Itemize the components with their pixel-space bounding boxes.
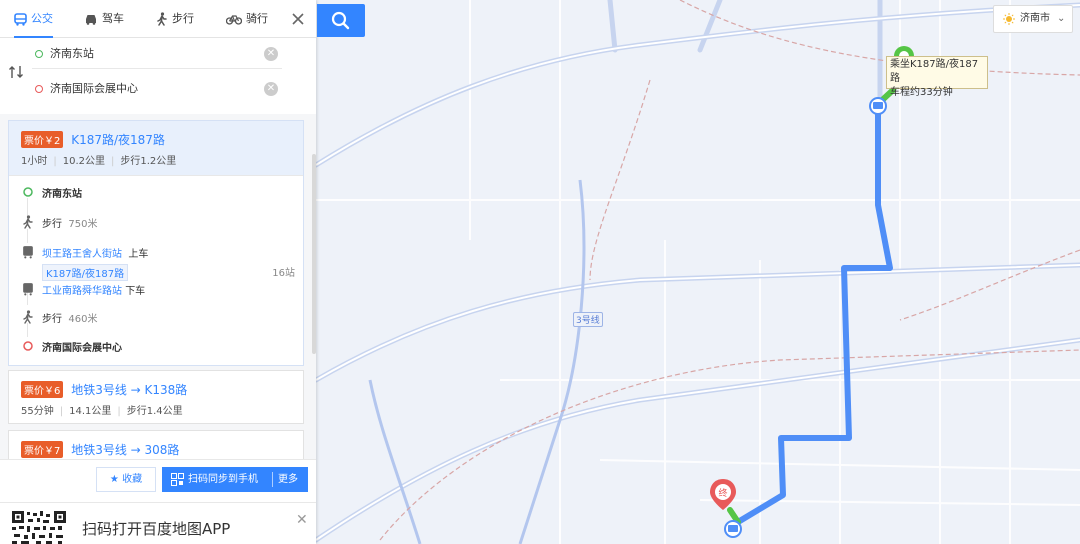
clear-end-icon[interactable]: ✕ bbox=[264, 82, 278, 96]
end-dot-icon bbox=[23, 341, 33, 351]
mode-tab-car[interactable]: 驾车 bbox=[84, 0, 124, 38]
metro-line-label: 3号线 bbox=[573, 312, 603, 327]
route-meta: 1小时 | 10.2公里 | 步行1.2公里 bbox=[21, 156, 177, 167]
walk-icon bbox=[23, 310, 33, 324]
end-dot-icon bbox=[35, 85, 43, 93]
bike-icon bbox=[226, 15, 242, 25]
route-steps: 济南东站 步行 750米 坝王路王舍人街站 上车 K187路/夜187路 16站… bbox=[9, 175, 303, 365]
walk-icon bbox=[157, 12, 167, 26]
walk-icon bbox=[23, 215, 33, 229]
car-icon bbox=[86, 15, 96, 25]
fare-badge: 票价￥7 bbox=[21, 441, 64, 458]
end-field[interactable]: 济南国际会展中心 ✕ bbox=[32, 74, 282, 104]
tooltip-line1: 乘坐K187路/夜187路 bbox=[890, 59, 979, 84]
route-option-3[interactable]: 票价￥7 地铁3号线 → 308路 bbox=[8, 430, 304, 459]
bus-stop-end-icon[interactable] bbox=[724, 520, 742, 538]
start-dot-icon bbox=[23, 187, 33, 197]
more-button[interactable]: 更多 bbox=[278, 467, 298, 492]
route-option-1[interactable]: 票价￥2 K187路/夜187路 1小时 | 10.2公里 | 步行1.2公里 济南东站… bbox=[8, 120, 304, 366]
bus-stop-start-icon[interactable] bbox=[869, 97, 887, 115]
mode-tab-bike[interactable]: 骑行 bbox=[226, 0, 268, 38]
favorite-button[interactable]: ★ 收藏 bbox=[96, 467, 156, 492]
end-input[interactable]: 济南国际会展中心 bbox=[50, 74, 138, 104]
fare-badge: 票价￥2 bbox=[21, 131, 64, 148]
line-badge[interactable]: K187路/夜187路 bbox=[42, 264, 129, 281]
search-button[interactable] bbox=[317, 4, 365, 37]
close-icon[interactable]: ✕ bbox=[296, 512, 308, 528]
chevron-down-icon: ⌄ bbox=[1057, 13, 1066, 24]
start-field[interactable]: 济南东站 ✕ bbox=[32, 39, 282, 69]
app-download-bar: 扫码打开百度地图APP ✕ bbox=[0, 502, 316, 544]
route-title[interactable]: K187路/夜187路 bbox=[71, 131, 165, 148]
route-results: 票价￥2 K187路/夜187路 1小时 | 10.2公里 | 步行1.2公里 济南东站… bbox=[0, 114, 316, 459]
bus-icon bbox=[23, 246, 33, 259]
close-icon[interactable] bbox=[288, 9, 308, 29]
search-icon bbox=[331, 11, 350, 30]
qr-code-image bbox=[12, 511, 66, 544]
qr-code-icon bbox=[171, 473, 184, 486]
route-option-2[interactable]: 票价￥6 地铁3号线 → K138路 55分钟 | 14.1公里 | 步行1.4公里 bbox=[8, 370, 304, 424]
action-bar: ★ 收藏 扫码同步到手机 更多 bbox=[0, 459, 316, 501]
app-promo-text: 扫码打开百度地图APP bbox=[82, 520, 231, 538]
start-dot-icon bbox=[35, 50, 43, 58]
travel-mode-bar: 公交 驾车 步行 骑行 bbox=[0, 0, 316, 38]
route-tooltip: 乘坐K187路/夜187路 车程约33分钟 bbox=[886, 56, 988, 98]
mode-tab-walk[interactable]: 步行 bbox=[156, 0, 194, 38]
clear-start-icon[interactable]: ✕ bbox=[264, 47, 278, 61]
swap-icon[interactable] bbox=[8, 64, 24, 80]
directions-panel: 公交 驾车 步行 骑行 济南东站 ✕ 济南国际会展中心 ✕ 票价￥2 K187路… bbox=[0, 0, 316, 544]
bus-icon bbox=[23, 283, 33, 296]
city-selector[interactable]: 济南市 ⌄ bbox=[993, 5, 1073, 33]
route-title[interactable]: 地铁3号线 → 308路 bbox=[71, 441, 179, 458]
stop-count[interactable]: 16站 bbox=[272, 264, 295, 279]
start-input[interactable]: 济南东站 bbox=[50, 39, 94, 69]
svg-text:终: 终 bbox=[718, 487, 727, 499]
tooltip-line2: 车程约33分钟 bbox=[890, 87, 953, 98]
route-meta: 55分钟 | 14.1公里 | 步行1.4公里 bbox=[21, 406, 183, 417]
fare-badge: 票价￥6 bbox=[21, 381, 64, 398]
results-scrollbar[interactable] bbox=[312, 154, 316, 354]
bus-icon bbox=[14, 12, 27, 26]
route-title[interactable]: 地铁3号线 → K138路 bbox=[71, 381, 187, 398]
city-name: 济南市 bbox=[1020, 13, 1050, 24]
star-icon: ★ bbox=[109, 474, 119, 485]
weather-sun-icon bbox=[1003, 13, 1015, 25]
sync-to-phone-button[interactable]: 扫码同步到手机 更多 bbox=[162, 467, 308, 492]
mode-tab-bus[interactable]: 公交 bbox=[14, 0, 53, 38]
route-inputs: 济南东站 ✕ 济南国际会展中心 ✕ bbox=[0, 38, 316, 106]
